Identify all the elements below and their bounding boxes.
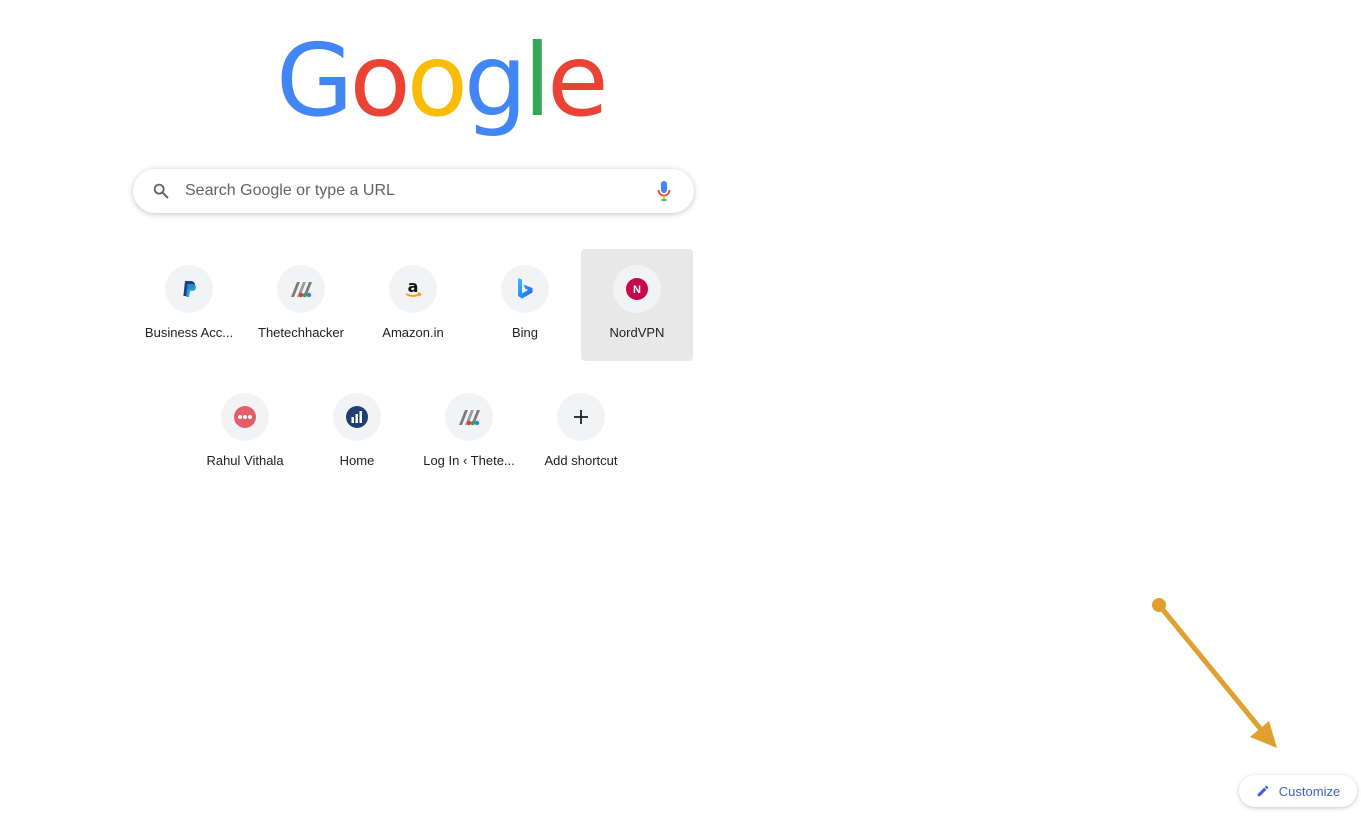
shortcut-nordvpn[interactable]: N NordVPN	[581, 249, 693, 361]
annotation-arrow	[1152, 598, 1277, 748]
microphone-icon[interactable]	[652, 179, 676, 203]
shortcut-thetechhacker[interactable]: Thetechhacker	[245, 249, 357, 361]
dots-icon	[221, 393, 269, 441]
logo-letter-o1: o	[349, 22, 411, 139]
shortcut-bing[interactable]: Bing	[469, 249, 581, 361]
svg-text:N: N	[633, 284, 641, 296]
logo-letter-l: l	[523, 22, 551, 139]
shortcut-label: Bing	[511, 325, 539, 340]
google-logo: Google	[276, 22, 609, 139]
shortcut-label: NordVPN	[609, 325, 665, 340]
customize-label: Customize	[1278, 783, 1341, 799]
add-shortcut-button[interactable]: Add shortcut	[525, 377, 637, 489]
shortcut-label: Amazon.in	[382, 325, 444, 340]
logo-letter-g2: g	[463, 22, 528, 139]
customize-button[interactable]: Customize	[1239, 775, 1357, 807]
new-tab-page: Google Business Acc...	[0, 0, 1361, 819]
shortcut-label: Log In ‹ Thete...	[423, 453, 515, 468]
bing-icon	[501, 265, 549, 313]
shortcut-business-account[interactable]: Business Acc...	[133, 249, 245, 361]
shortcut-label: Home	[339, 453, 375, 468]
shortcut-label: Add shortcut	[544, 453, 618, 468]
shortcut-rahul-vithala[interactable]: Rahul Vithala	[189, 377, 301, 489]
logo-letter-g: G	[276, 22, 353, 139]
shortcut-label: Business Acc...	[144, 325, 234, 340]
shortcut-log-in-thetechhacker[interactable]: Log In ‹ Thete...	[413, 377, 525, 489]
search-icon	[151, 181, 171, 201]
thetechhacker-icon	[277, 265, 325, 313]
shortcut-label: Thetechhacker	[258, 325, 344, 340]
shortcut-label: Rahul Vithala	[206, 453, 284, 468]
amazon-icon: a	[389, 265, 437, 313]
search-input[interactable]	[185, 171, 652, 211]
shortcut-amazon[interactable]: a Amazon.in	[357, 249, 469, 361]
paypal-icon	[165, 265, 213, 313]
svg-text:a: a	[408, 278, 419, 296]
plus-icon	[557, 393, 605, 441]
pencil-icon	[1256, 784, 1270, 798]
thetechhacker-icon	[445, 393, 493, 441]
logo-letter-e: e	[547, 22, 608, 139]
nordvpn-icon: N	[613, 265, 661, 313]
search-box[interactable]	[133, 169, 694, 213]
logo-letter-o2: o	[406, 22, 468, 139]
home-site-icon	[333, 393, 381, 441]
shortcut-home[interactable]: Home	[301, 377, 413, 489]
